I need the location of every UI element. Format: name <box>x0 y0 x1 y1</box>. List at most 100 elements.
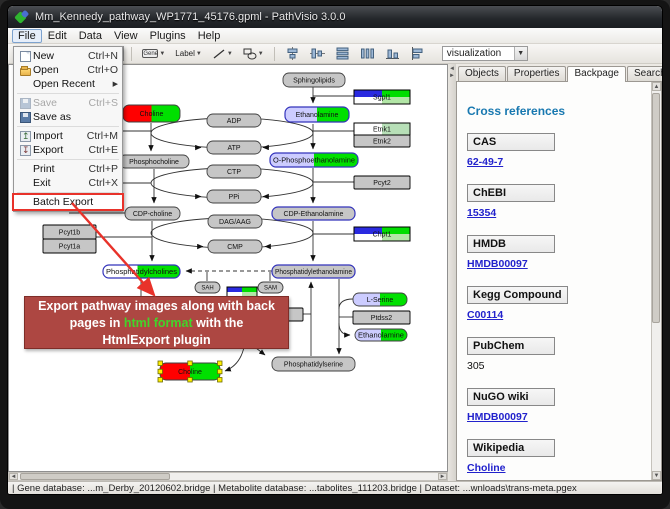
selection-handle[interactable] <box>158 378 163 383</box>
pathway-node-phosphatidylserine[interactable]: Phosphatidylserine <box>272 357 355 371</box>
scroll-up-icon[interactable]: ▲ <box>652 82 661 91</box>
pathway-node-sah[interactable]: SAH <box>195 282 220 293</box>
pathway-node-pcyt2[interactable]: Pcyt2 <box>354 176 410 189</box>
pathway-node-label: Phosphatidylethanolamine <box>275 269 352 276</box>
align-center-x-button[interactable] <box>282 46 303 62</box>
menu-item-save[interactable]: SaveCtrl+S <box>14 96 122 110</box>
menu-item-exit[interactable]: ExitCtrl+X <box>14 176 122 190</box>
pathway-node-label: Ethanolamine <box>358 333 404 340</box>
collapse-right-icon[interactable]: ► <box>449 73 455 79</box>
pathway-node-label: Pcyt1a <box>59 244 81 251</box>
pathway-node-phosphocholine[interactable]: Phosphocholine <box>119 155 189 168</box>
pathway-node-label: SAM <box>264 286 277 292</box>
new-label-button[interactable]: Label ▼ <box>172 46 205 62</box>
cas-link[interactable]: 62-49-7 <box>467 156 503 168</box>
pathway-node-sgpl1[interactable]: Sgpl1 <box>354 90 410 104</box>
tab-properties[interactable]: Properties <box>507 66 567 81</box>
split-pane-divider[interactable]: ◄ ► <box>448 64 456 481</box>
open-folder-icon <box>20 68 31 76</box>
kegg-link[interactable]: C00114 <box>467 309 503 321</box>
pathway-node-ptdss2[interactable]: Ptdss2 <box>353 311 410 324</box>
new-shape-button[interactable]: ▼ <box>240 46 267 62</box>
chevron-down-icon[interactable]: ▼ <box>227 51 233 57</box>
status-bar: | Gene database: ...m_Derby_20120602.bri… <box>8 481 662 494</box>
pathway-node-choline[interactable]: Choline <box>123 105 180 122</box>
chevron-down-icon[interactable]: ▼ <box>159 51 165 57</box>
vertical-scrollbar[interactable]: ▲ ▼ <box>651 82 661 480</box>
scrollbar-thumb[interactable] <box>20 473 170 480</box>
pathway-node-phosphatidylethanolamine[interactable]: Phosphatidylethanolamine <box>272 265 355 278</box>
line-icon <box>212 48 226 60</box>
menu-item-batch-export[interactable]: Batch Export <box>14 195 122 209</box>
pathway-node-chpt1[interactable]: Chpt1 <box>354 227 410 241</box>
pathway-node-etnk1[interactable]: Etnk1 <box>354 123 410 135</box>
new-gene-button[interactable]: Gene ▼ <box>139 46 168 62</box>
selection-handle[interactable] <box>188 361 193 366</box>
selection-handle[interactable] <box>158 361 163 366</box>
pathway-node-cdp-ethanolamine[interactable]: CDP-Ethanolamine <box>272 207 355 220</box>
menu-edit[interactable]: Edit <box>42 29 73 43</box>
pathway-node-ethanolamine[interactable]: Ethanolamine <box>285 107 349 122</box>
pathway-node-ctp[interactable]: CTP <box>207 165 261 178</box>
chebi-link[interactable]: 15354 <box>467 207 496 219</box>
selection-handle[interactable] <box>188 378 193 383</box>
menu-item-export[interactable]: ExportCtrl+E <box>14 143 122 157</box>
menu-item-new[interactable]: NewCtrl+N <box>14 49 122 63</box>
distribute-vertical-button[interactable] <box>332 46 353 62</box>
align-center-y-button[interactable] <box>307 46 328 62</box>
pathway-node-adp[interactable]: ADP <box>207 114 261 127</box>
pathway-node-phosphatidylcholines[interactable]: Phosphatidylcholines <box>103 265 180 278</box>
chevron-down-icon[interactable]: ▼ <box>514 47 527 60</box>
align-bottom-button[interactable] <box>382 46 403 62</box>
menu-item-open[interactable]: OpenCtrl+O <box>14 63 122 77</box>
pathway-node-atp[interactable]: ATP <box>207 141 261 154</box>
selection-handle[interactable] <box>218 369 223 374</box>
menu-plugins[interactable]: Plugins <box>144 29 192 43</box>
selection-handle[interactable] <box>218 361 223 366</box>
chevron-down-icon[interactable]: ▼ <box>196 51 202 57</box>
menu-item-save-as[interactable]: Save as <box>14 110 122 124</box>
scroll-right-icon[interactable]: ► <box>438 473 447 480</box>
menu-data[interactable]: Data <box>73 29 108 43</box>
distribute-horizontal-button[interactable] <box>357 46 378 62</box>
pathway-node-choline-selected[interactable]: Choline <box>158 361 222 382</box>
menu-file[interactable]: File <box>12 29 42 43</box>
pathway-node-cdp-choline[interactable]: CDP-choline <box>125 207 180 220</box>
tab-search[interactable]: Search <box>627 66 662 81</box>
menu-view[interactable]: View <box>108 29 144 43</box>
pathway-node-pcyt1a[interactable]: Pcyt1a <box>43 239 96 253</box>
hmdb-link[interactable]: HMDB00097 <box>467 258 528 270</box>
visualization-combobox[interactable]: visualization ▼ <box>442 46 528 61</box>
pathway-node-l-serine[interactable]: L-Serine <box>353 293 407 306</box>
pathway-node-dag-aag[interactable]: DAG/AAG <box>208 215 262 228</box>
title-bar[interactable]: Mm_Kennedy_pathway_WP1771_45176.gpml - P… <box>8 6 662 28</box>
menu-item-open-recent[interactable]: Open Recent▶ <box>14 77 122 91</box>
pathway-node-ethanolamine-2[interactable]: Ethanolamine <box>355 329 407 341</box>
wikipedia-link[interactable]: Choline <box>467 462 506 474</box>
pathway-node-cmp[interactable]: CMP <box>208 240 262 253</box>
horizontal-scrollbar[interactable]: ◄ ► <box>8 472 448 481</box>
pathway-node-ppi[interactable]: PPi <box>207 190 261 203</box>
pathway-node-sam[interactable]: SAM <box>258 282 283 293</box>
pathway-node-label: Etnk2 <box>373 139 391 146</box>
nugo-link[interactable]: HMDB00097 <box>467 411 528 423</box>
selection-handle[interactable] <box>218 378 223 383</box>
pathway-node-sphingolipids[interactable]: Sphingolipids <box>283 73 345 87</box>
tab-backpage[interactable]: Backpage <box>567 66 625 82</box>
scroll-down-icon[interactable]: ▼ <box>652 471 661 480</box>
pathway-node-etnk2[interactable]: Etnk2 <box>354 135 410 147</box>
collapse-left-icon[interactable]: ◄ <box>449 66 455 72</box>
status-text: | Gene database: ...m_Derby_20120602.bri… <box>12 483 577 494</box>
menu-item-import[interactable]: ImportCtrl+M <box>14 129 122 143</box>
scroll-left-icon[interactable]: ◄ <box>9 473 18 480</box>
pathway-node-o-phosphoethanolamine[interactable]: O-Phosphoethanolamine <box>270 153 358 167</box>
menu-help[interactable]: Help <box>192 29 227 43</box>
selection-handle[interactable] <box>158 369 163 374</box>
chevron-down-icon[interactable]: ▼ <box>258 51 264 57</box>
menu-item-print[interactable]: PrintCtrl+P <box>14 162 122 176</box>
scrollbar-thumb[interactable] <box>652 93 660 323</box>
align-left-button[interactable] <box>407 46 428 62</box>
pathway-node-pcyt1b[interactable]: Pcyt1b <box>43 225 96 239</box>
tab-objects[interactable]: Objects <box>458 66 506 81</box>
new-line-button[interactable]: ▼ <box>209 46 236 62</box>
